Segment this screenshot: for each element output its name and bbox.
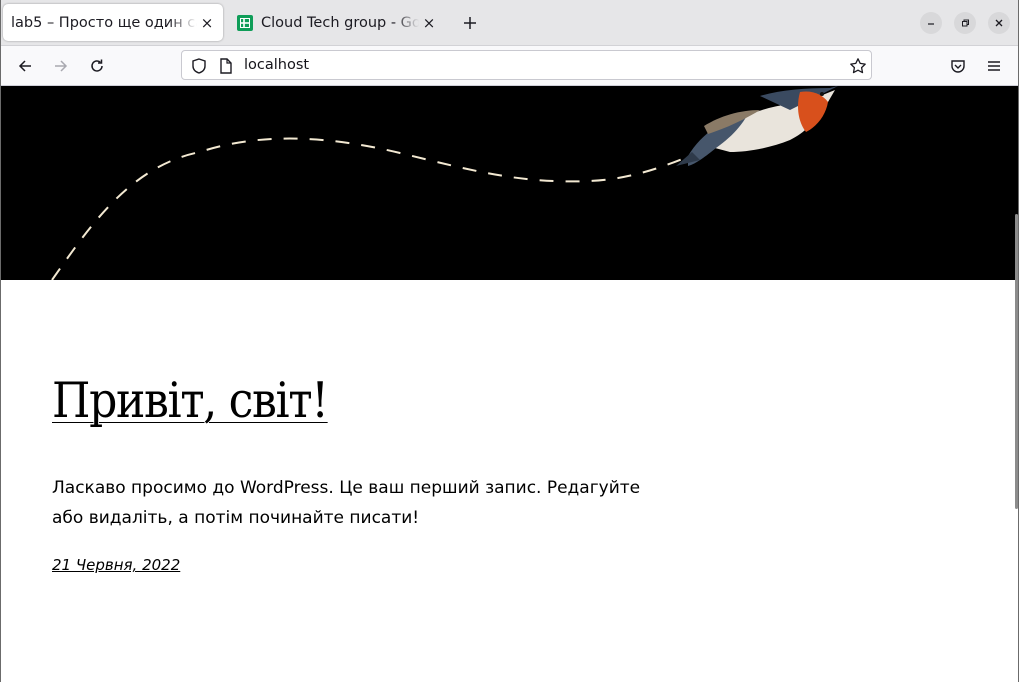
new-tab-button[interactable] <box>459 12 481 34</box>
pocket-button[interactable] <box>945 53 971 79</box>
tab-cloud-tech-group[interactable]: Cloud Tech group - Google Sheets × <box>229 4 445 41</box>
post-excerpt: Ласкаво просимо до WordPress. Це ваш пер… <box>52 478 641 528</box>
reload-button[interactable] <box>84 53 110 79</box>
tab-title: lab5 – Просто ще один сайт <box>11 14 197 31</box>
url-text[interactable]: localhost <box>244 57 309 73</box>
bookmark-star-icon[interactable] <box>849 57 867 75</box>
pocket-icon <box>951 60 965 73</box>
close-window-button[interactable] <box>988 12 1010 34</box>
minimize-button[interactable] <box>920 12 942 34</box>
navigation-toolbar: localhost <box>0 46 1019 86</box>
reload-icon <box>91 59 103 72</box>
minimize-icon <box>928 23 934 25</box>
page-icon[interactable] <box>217 57 235 75</box>
bird-icon <box>676 86 838 166</box>
restore-icon <box>962 19 969 27</box>
header-image <box>0 86 1019 281</box>
menu-button[interactable] <box>981 53 1007 79</box>
close-tab-icon[interactable]: × <box>197 13 217 33</box>
arrow-right-icon <box>55 60 68 72</box>
hamburger-menu-icon <box>988 61 1000 71</box>
tab-lab5[interactable]: lab5 – Просто ще один сайт × <box>3 4 223 41</box>
flight-path-illustration <box>51 86 838 281</box>
close-icon <box>995 19 1003 27</box>
plus-icon <box>464 17 476 29</box>
post-title-link[interactable]: Привіт, світ! <box>52 372 329 429</box>
sheets-favicon-icon <box>237 14 253 31</box>
address-bar[interactable]: localhost <box>181 50 872 80</box>
back-button[interactable] <box>12 53 38 79</box>
arrow-left-icon <box>18 60 31 72</box>
shield-icon[interactable] <box>190 57 208 75</box>
forward-button[interactable] <box>48 53 74 79</box>
page-scrollbar[interactable] <box>1015 214 1018 509</box>
post-date-link[interactable]: 21 Червня, 2022 <box>52 556 180 574</box>
page-viewport: Привіт, світ! Ласкаво просимо до WordPre… <box>0 86 1019 682</box>
restore-button[interactable] <box>954 12 976 34</box>
tab-title: Cloud Tech group - Google Sheets <box>261 14 419 31</box>
tab-strip: lab5 – Просто ще один сайт × Cloud Tech … <box>0 0 1019 46</box>
close-tab-icon[interactable]: × <box>419 13 439 33</box>
